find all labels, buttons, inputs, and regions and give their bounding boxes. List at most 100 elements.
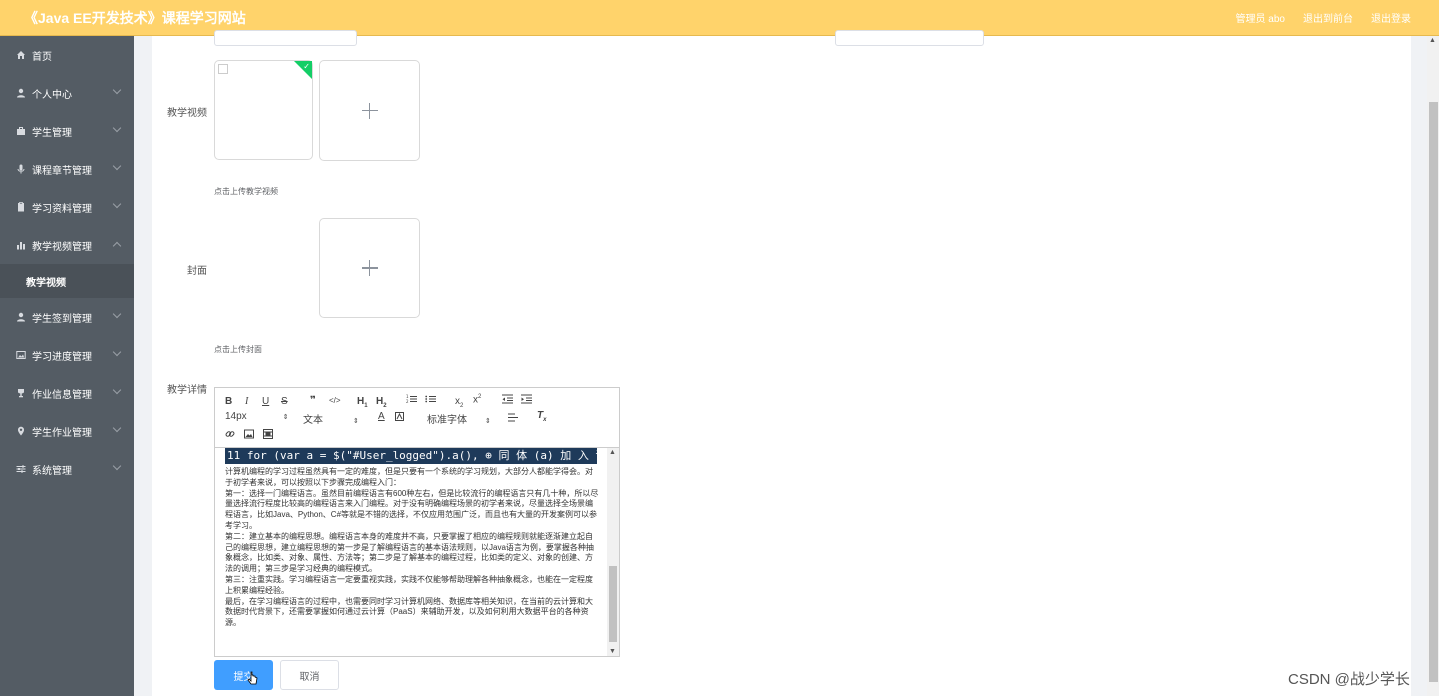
top-left-input[interactable] <box>214 30 357 46</box>
underline-button[interactable]: U <box>262 396 269 407</box>
sidebar-item-video-management[interactable]: 教学视频管理 <box>0 226 134 264</box>
user-icon <box>16 312 26 322</box>
editor-toolbar: B I U S ❞ </> H1 H2 12 x2 x2 14px ⇕ 文本 ⇕ <box>215 388 619 448</box>
sidebar-item-student-homework-management[interactable]: 学生作业管理 <box>0 412 134 450</box>
cancel-button[interactable]: 取消 <box>280 660 339 690</box>
page-scrollbar-thumb[interactable] <box>1429 102 1438 682</box>
sidebar-item-label: 学生作业管理 <box>32 427 92 439</box>
select-arrows-icon: ⇕ <box>485 418 491 425</box>
home-icon <box>16 50 26 60</box>
top-right-input[interactable] <box>835 30 984 46</box>
code-image: 11 for (var a = $("#User_logged").a(), ⊕… <box>225 448 597 464</box>
user-icon <box>16 88 26 98</box>
heading2-button[interactable]: H2 <box>376 396 387 409</box>
sidebar-item-label: 学习进度管理 <box>32 351 92 363</box>
chevron-down-icon <box>112 347 122 357</box>
sidebar-item-label: 作业信息管理 <box>32 389 92 401</box>
site-title: 《Java EE开发技术》课程学习网站 <box>24 9 246 26</box>
scroll-up-arrow-icon[interactable]: ▲ <box>1429 37 1436 44</box>
sidebar-item-label: 教学视频管理 <box>32 241 92 253</box>
detail-label: 教学详情 <box>167 385 207 396</box>
sidebar-item-homework-info-management[interactable]: 作业信息管理 <box>0 374 134 412</box>
sidebar-item-label: 学生管理 <box>32 127 72 139</box>
sidebar-item-checkin-management[interactable]: 学生签到管理 <box>0 298 134 336</box>
link-button[interactable] <box>225 429 235 439</box>
sidebar-item-chapter-management[interactable]: 课程章节管理 <box>0 150 134 188</box>
submit-button[interactable]: 提交 <box>214 660 273 690</box>
editor-content[interactable]: 11 for (var a = $("#User_logged").a(), ⊕… <box>215 448 619 656</box>
font-color-button[interactable]: A <box>378 411 385 422</box>
sidebar-item-system-management[interactable]: 系统管理 <box>0 450 134 488</box>
background-color-button[interactable] <box>395 412 404 421</box>
picture-icon <box>16 350 26 360</box>
chevron-down-icon <box>112 385 122 395</box>
video-uploaded-item[interactable]: ✓ <box>214 60 313 160</box>
bold-button[interactable]: B <box>225 396 232 407</box>
sidebar-item-home[interactable]: 首页 <box>0 36 134 74</box>
sidebar-item-materials-management[interactable]: 学习资料管理 <box>0 188 134 226</box>
subscript-button[interactable]: x2 <box>455 396 463 409</box>
scroll-down-arrow-icon[interactable]: ▼ <box>609 648 616 655</box>
video-label: 教学视频 <box>167 108 207 119</box>
logout-link[interactable]: 退出登录 <box>1371 10 1411 25</box>
ordered-list-button[interactable]: 12 <box>406 394 417 404</box>
sidebar-item-label: 课程章节管理 <box>32 165 92 177</box>
indent-button[interactable] <box>521 394 532 404</box>
location-icon <box>16 426 26 436</box>
cover-label: 封面 <box>187 266 207 277</box>
editor-scrollbar-thumb[interactable] <box>609 566 617 642</box>
main-form-area: 教学视频 ✓ 点击上传教学视频 封面 点击上传封面 教学详情 B I U S ❞… <box>152 30 1411 696</box>
page-scrollbar[interactable]: ▲ <box>1427 36 1439 696</box>
video-button[interactable] <box>263 429 273 439</box>
sidebar-subitem-teaching-video[interactable]: 教学视频 <box>0 264 134 298</box>
chevron-up-icon <box>112 241 122 251</box>
strike-button[interactable]: S <box>281 396 288 407</box>
sidebar-item-progress-management[interactable]: 学习进度管理 <box>0 336 134 374</box>
sliders-icon <box>16 464 26 474</box>
cover-upload-button[interactable] <box>319 218 420 318</box>
chevron-down-icon <box>112 309 122 319</box>
sidebar-item-student-management[interactable]: 学生管理 <box>0 112 134 150</box>
font-family-value: 标准字体 <box>427 415 467 426</box>
chevron-down-icon <box>112 423 122 433</box>
goto-front-link[interactable]: 退出到前台 <box>1303 10 1353 25</box>
superscript-button[interactable]: x2 <box>473 394 481 405</box>
font-size-select[interactable]: 14px ⇕ <box>225 411 289 422</box>
editor-scrollbar[interactable]: ▲ ▼ <box>607 448 619 656</box>
editor-text: 计算机编程的学习过程虽然具有一定的难度，但是只要有一个系统的学习规划，大部分人都… <box>225 467 599 629</box>
microphone-icon <box>16 164 26 174</box>
font-family-select[interactable]: 标准字体 ⇕ <box>427 411 491 426</box>
trophy-icon <box>16 388 26 398</box>
heading1-button[interactable]: H1 <box>357 396 368 409</box>
sidebar-item-personal-center[interactable]: 个人中心 <box>0 74 134 112</box>
rich-text-editor[interactable]: B I U S ❞ </> H1 H2 12 x2 x2 14px ⇕ 文本 ⇕ <box>214 387 620 657</box>
check-icon: ✓ <box>303 62 310 71</box>
document-icon <box>16 202 26 212</box>
heading-select-value: 文本 <box>303 415 323 426</box>
select-arrows-icon: ⇕ <box>353 418 359 425</box>
font-size-value: 14px <box>225 411 247 422</box>
plus-icon <box>361 102 378 119</box>
bar-chart-icon <box>16 240 26 250</box>
clear-format-button[interactable]: Tx <box>537 410 546 423</box>
cancel-button-label: 取消 <box>299 671 320 683</box>
chevron-down-icon <box>112 85 122 95</box>
sidebar-item-label: 学习资料管理 <box>32 203 92 215</box>
outdent-button[interactable] <box>502 394 513 404</box>
paragraph: 第二：建立基本的编程思想。编程语言本身的难度并不高，只要掌握了相应的编程规则就能… <box>225 531 594 574</box>
broken-image-icon <box>218 64 228 74</box>
image-button[interactable] <box>244 429 254 439</box>
bullet-list-button[interactable] <box>425 394 436 404</box>
heading-select[interactable]: 文本 ⇕ <box>303 411 359 426</box>
italic-button[interactable]: I <box>245 396 248 407</box>
scroll-up-arrow-icon[interactable]: ▲ <box>609 449 616 456</box>
sidebar-item-label: 系统管理 <box>32 465 72 477</box>
paragraph: 第三：注重实践。学习编程语言一定要重视实践，实践不仅能够帮助理解各种抽象概念，也… <box>225 574 593 595</box>
blockquote-button[interactable]: ❞ <box>310 395 316 406</box>
paragraph: 第一：选择一门编程语言。虽然目前编程语言有600种左右，但是比较流行的编程语言只… <box>225 488 599 530</box>
admin-user-label: 管理员 abo <box>1235 14 1285 25</box>
cover-upload-hint: 点击上传封面 <box>214 345 262 354</box>
video-upload-button[interactable] <box>319 60 420 161</box>
align-button[interactable] <box>508 413 518 422</box>
code-block-button[interactable]: </> <box>329 396 341 405</box>
